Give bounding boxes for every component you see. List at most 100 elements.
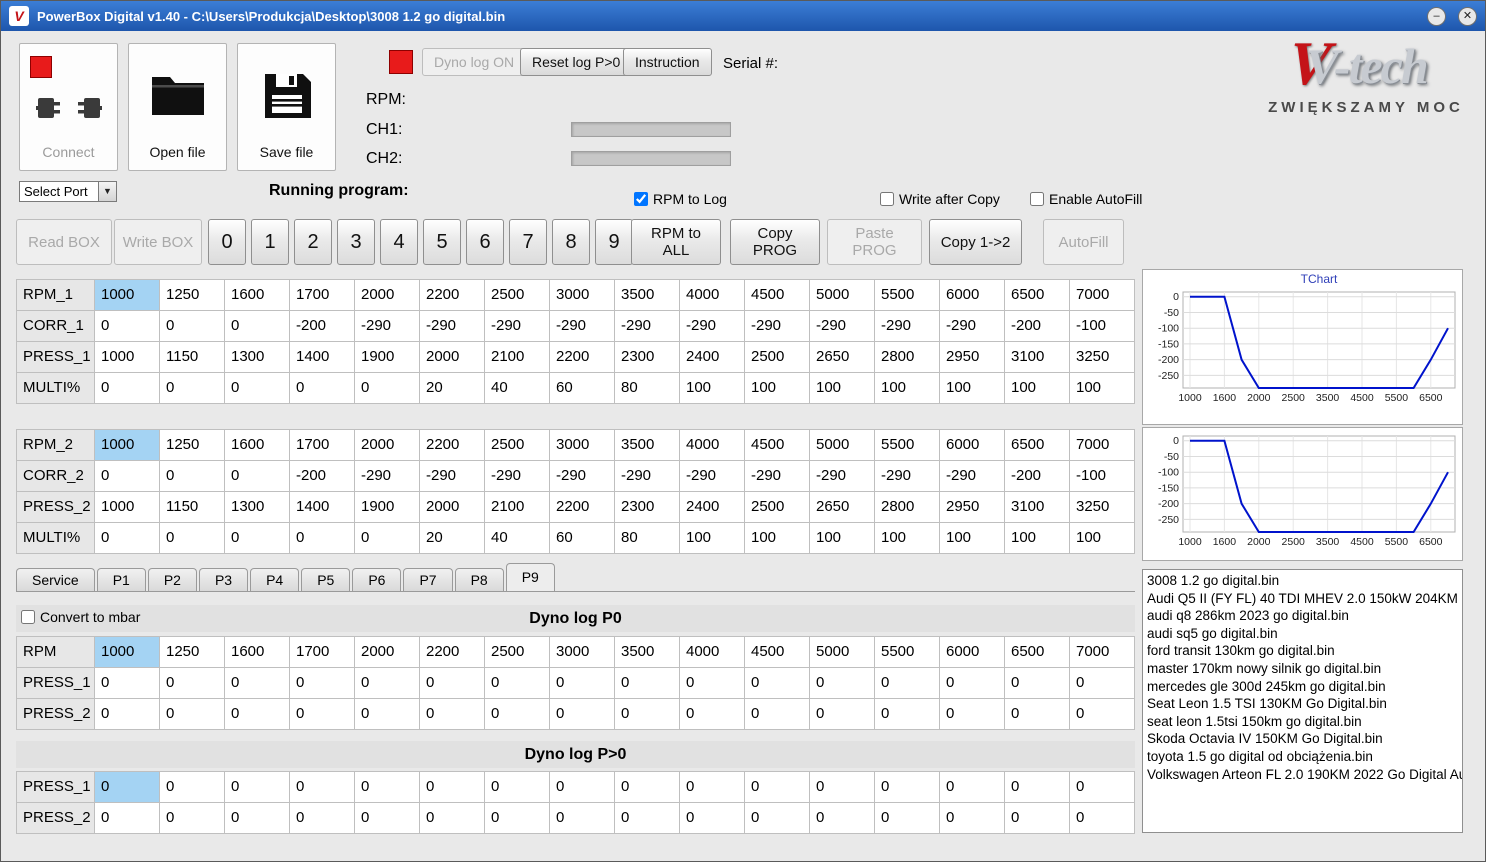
tab-p3[interactable]: P3	[198, 568, 249, 591]
table-cell[interactable]: 4500	[745, 280, 810, 311]
write-after-copy-checkbox[interactable]	[880, 192, 894, 206]
convert-to-mbar-checkbox[interactable]	[21, 610, 35, 624]
copy-1-to-2-button[interactable]: Copy 1->2	[929, 219, 1022, 265]
table-cell[interactable]: 0	[225, 523, 290, 554]
table-cell[interactable]: 3500	[615, 280, 680, 311]
table-cell[interactable]: -290	[745, 461, 810, 492]
table-cell[interactable]: 1250	[160, 637, 225, 668]
table-cell[interactable]: -290	[615, 311, 680, 342]
table-cell[interactable]: 0	[485, 668, 550, 699]
table-cell[interactable]: 0	[940, 772, 1005, 803]
table-cell[interactable]: -290	[745, 311, 810, 342]
tab-p1[interactable]: P1	[96, 568, 146, 591]
table-cell[interactable]: 0	[290, 668, 355, 699]
table-cell[interactable]: 0	[810, 699, 875, 730]
tab-service[interactable]: Service	[16, 568, 95, 591]
table-cell[interactable]: -200	[1005, 461, 1070, 492]
file-list-item[interactable]: 3008 1.2 go digital.bin	[1143, 572, 1462, 590]
table-cell[interactable]: 5000	[810, 280, 875, 311]
table-cell[interactable]: 3100	[1005, 492, 1070, 523]
table-cell[interactable]: 1000	[95, 342, 160, 373]
table-cell[interactable]: 1600	[225, 280, 290, 311]
table-cell[interactable]: 1700	[290, 637, 355, 668]
table-cell[interactable]: -290	[550, 311, 615, 342]
table-cell[interactable]: 3500	[615, 430, 680, 461]
table-cell[interactable]: 0	[745, 772, 810, 803]
table-cell[interactable]: 60	[550, 523, 615, 554]
table-cell[interactable]: 100	[745, 373, 810, 404]
table-cell[interactable]: 100	[1070, 523, 1135, 554]
table-cell[interactable]: 0	[95, 311, 160, 342]
table-cell[interactable]: 0	[355, 699, 420, 730]
table-cell[interactable]: 4500	[745, 637, 810, 668]
table-cell[interactable]: 1250	[160, 430, 225, 461]
open-file-button[interactable]: Open file	[128, 43, 227, 171]
table-cell[interactable]: 0	[95, 668, 160, 699]
table-cell[interactable]: 0	[290, 523, 355, 554]
table-cell[interactable]: 0	[875, 699, 940, 730]
digit-button-0[interactable]: 0	[208, 219, 246, 265]
tab-p5[interactable]: P5	[301, 568, 351, 591]
table-cell[interactable]: 2400	[680, 342, 745, 373]
table-cell[interactable]: 100	[1070, 373, 1135, 404]
table-cell[interactable]: 2800	[875, 492, 940, 523]
table-cell[interactable]: 0	[160, 699, 225, 730]
table-cell[interactable]: 0	[95, 373, 160, 404]
table-cell[interactable]: 2200	[420, 637, 485, 668]
table-cell[interactable]: 1150	[160, 492, 225, 523]
write-box-button[interactable]: Write BOX	[114, 219, 202, 265]
digit-button-4[interactable]: 4	[380, 219, 418, 265]
table-cell[interactable]: 0	[355, 803, 420, 834]
table-cell[interactable]: 3000	[550, 280, 615, 311]
table-cell[interactable]: 1250	[160, 280, 225, 311]
table-cell[interactable]: 0	[290, 373, 355, 404]
table-cell[interactable]: 2500	[485, 280, 550, 311]
table-cell[interactable]: -290	[615, 461, 680, 492]
table-cell[interactable]: 100	[810, 523, 875, 554]
table-cell[interactable]: 0	[290, 803, 355, 834]
table-cell[interactable]: -290	[810, 311, 875, 342]
table-cell[interactable]: 1300	[225, 492, 290, 523]
table-cell[interactable]: 1700	[290, 430, 355, 461]
table-cell[interactable]: 0	[160, 803, 225, 834]
table-cell[interactable]: 0	[940, 668, 1005, 699]
file-list-item[interactable]: master 170km nowy silnik go digital.bin	[1143, 660, 1462, 678]
table-cell[interactable]: 0	[225, 699, 290, 730]
table-cell[interactable]: 1000	[95, 430, 160, 461]
table-cell[interactable]: 2500	[485, 430, 550, 461]
table-cell[interactable]: 0	[225, 311, 290, 342]
table-cell[interactable]: -290	[550, 461, 615, 492]
table-cell[interactable]: 0	[745, 668, 810, 699]
table-cell[interactable]: -100	[1070, 461, 1135, 492]
table-cell[interactable]: 0	[1070, 772, 1135, 803]
rpm-to-log-checkbox[interactable]	[634, 192, 648, 206]
table-cell[interactable]: 4000	[680, 637, 745, 668]
table-cell[interactable]: 0	[745, 803, 810, 834]
table-cell[interactable]: 0	[225, 803, 290, 834]
table-cell[interactable]: 0	[420, 772, 485, 803]
table-cell[interactable]: 0	[160, 523, 225, 554]
table-cell[interactable]: -200	[1005, 311, 1070, 342]
table-cell[interactable]: 4000	[680, 430, 745, 461]
table-cell[interactable]: 0	[95, 772, 160, 803]
file-list-item[interactable]: ford transit 130km go digital.bin	[1143, 642, 1462, 660]
table-cell[interactable]: 0	[160, 668, 225, 699]
table-cell[interactable]: 0	[680, 668, 745, 699]
table-cell[interactable]: 2300	[615, 492, 680, 523]
table-cell[interactable]: 3250	[1070, 492, 1135, 523]
table-cell[interactable]: -290	[420, 311, 485, 342]
table-cell[interactable]: 2200	[550, 492, 615, 523]
table-cell[interactable]: 0	[95, 803, 160, 834]
table-cell[interactable]: -200	[290, 311, 355, 342]
table-cell[interactable]: 0	[485, 699, 550, 730]
read-box-button[interactable]: Read BOX	[16, 219, 112, 265]
table-cell[interactable]: 0	[875, 803, 940, 834]
table-cell[interactable]: 6000	[940, 637, 1005, 668]
digit-button-3[interactable]: 3	[337, 219, 375, 265]
paste-prog-button[interactable]: Paste PROG	[827, 219, 922, 265]
table-cell[interactable]: 4500	[745, 430, 810, 461]
table-cell[interactable]: -200	[290, 461, 355, 492]
table-cell[interactable]: -290	[875, 311, 940, 342]
table-cell[interactable]: 0	[225, 772, 290, 803]
file-list-item[interactable]: Audi Q5 II (FY FL) 40 TDI MHEV 2.0 150kW…	[1143, 590, 1462, 608]
